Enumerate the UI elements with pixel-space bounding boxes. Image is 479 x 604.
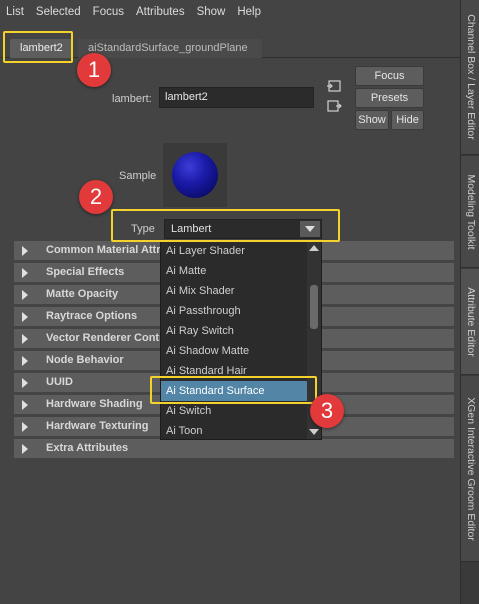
section-label: Special Effects <box>46 266 125 278</box>
side-tab-attribute-editor[interactable]: Attribute Editor <box>461 269 479 375</box>
expand-arrow-icon <box>22 444 28 454</box>
annotation-badge-3: 3 <box>310 394 344 428</box>
annotation-badge-2: 2 <box>79 180 113 214</box>
expand-arrow-icon <box>22 400 28 410</box>
side-tab-xgen-groom-editor[interactable]: XGen Interactive Groom Editor <box>461 376 479 562</box>
section-label: Vector Renderer Contro <box>46 332 171 344</box>
hide-button[interactable]: Hide <box>391 110 424 130</box>
expand-arrow-icon <box>22 356 28 366</box>
dropdown-item-ai-mix-shader[interactable]: Ai Mix Shader <box>161 281 307 301</box>
section-label: Matte Opacity <box>46 288 119 300</box>
focus-button[interactable]: Focus <box>355 66 424 86</box>
type-dropdown-list: Ai Layer Shader Ai Matte Ai Mix Shader A… <box>160 240 322 440</box>
menu-bar: List Selected Focus Attributes Show Help <box>0 0 460 24</box>
dropdown-item-ai-matte[interactable]: Ai Matte <box>161 261 307 281</box>
expand-arrow-icon <box>22 334 28 344</box>
section-label: Hardware Texturing <box>46 420 149 432</box>
annotation-highlight-tab <box>3 31 73 63</box>
menu-list[interactable]: List <box>6 6 24 18</box>
section-label: Hardware Shading <box>46 398 143 410</box>
expand-arrow-icon <box>22 378 28 388</box>
scroll-thumb[interactable] <box>310 285 318 329</box>
material-sample-swatch <box>163 143 227 207</box>
attribute-editor-panel: List Selected Focus Attributes Show Help… <box>0 0 460 604</box>
annotation-highlight-item <box>150 376 317 404</box>
output-connection-icon[interactable] <box>326 98 342 114</box>
node-name-label: lambert: <box>112 93 152 105</box>
menu-help[interactable]: Help <box>237 6 261 18</box>
menu-selected[interactable]: Selected <box>36 6 81 18</box>
side-tab-modeling-toolkit[interactable]: Modeling Toolkit <box>461 156 479 268</box>
node-name-field[interactable]: lambert2 <box>159 87 314 108</box>
menu-show[interactable]: Show <box>197 6 226 18</box>
annotation-highlight-type <box>111 209 340 242</box>
tab-aistandardsurface-groundplane[interactable]: aiStandardSurface_groundPlane <box>78 39 262 58</box>
expand-arrow-icon <box>22 290 28 300</box>
dropdown-item-ai-ray-switch[interactable]: Ai Ray Switch <box>161 321 307 341</box>
section-label: UUID <box>46 376 73 388</box>
scroll-up-icon[interactable] <box>309 245 319 251</box>
section-label: Extra Attributes <box>46 442 129 454</box>
side-tab-label: Modeling Toolkit <box>464 173 477 250</box>
expand-arrow-icon <box>22 422 28 432</box>
menu-focus[interactable]: Focus <box>93 6 124 18</box>
dropdown-item-ai-toon[interactable]: Ai Toon <box>161 421 307 439</box>
menu-attributes[interactable]: Attributes <box>136 6 185 18</box>
section-label: Common Material Attri <box>46 244 164 256</box>
expand-arrow-icon <box>22 246 28 256</box>
side-tab-label: XGen Interactive Groom Editor <box>464 396 477 541</box>
section-extra-attributes[interactable]: Extra Attributes <box>14 439 454 459</box>
dropdown-item-ai-switch[interactable]: Ai Switch <box>161 401 307 421</box>
expand-arrow-icon <box>22 268 28 278</box>
side-tab-label: Attribute Editor <box>464 286 477 357</box>
show-button[interactable]: Show <box>355 110 389 130</box>
section-label: Node Behavior <box>46 354 124 366</box>
dropdown-item-ai-passthrough[interactable]: Ai Passthrough <box>161 301 307 321</box>
section-label: Raytrace Options <box>46 310 138 322</box>
sample-label: Sample <box>119 170 157 182</box>
annotation-badge-1: 1 <box>77 53 111 87</box>
presets-button[interactable]: Presets <box>355 88 424 108</box>
scroll-down-icon[interactable] <box>309 429 319 435</box>
expand-arrow-icon <box>22 312 28 322</box>
sample-sphere <box>172 152 218 198</box>
input-connection-icon[interactable] <box>326 78 342 94</box>
side-tab-channel-box[interactable]: Channel Box / Layer Editor <box>461 0 479 155</box>
side-tab-strip: Channel Box / Layer Editor Modeling Tool… <box>460 0 479 604</box>
side-tab-label: Channel Box / Layer Editor <box>464 14 477 140</box>
dropdown-item-ai-layer-shader[interactable]: Ai Layer Shader <box>161 241 307 261</box>
dropdown-item-ai-shadow-matte[interactable]: Ai Shadow Matte <box>161 341 307 361</box>
